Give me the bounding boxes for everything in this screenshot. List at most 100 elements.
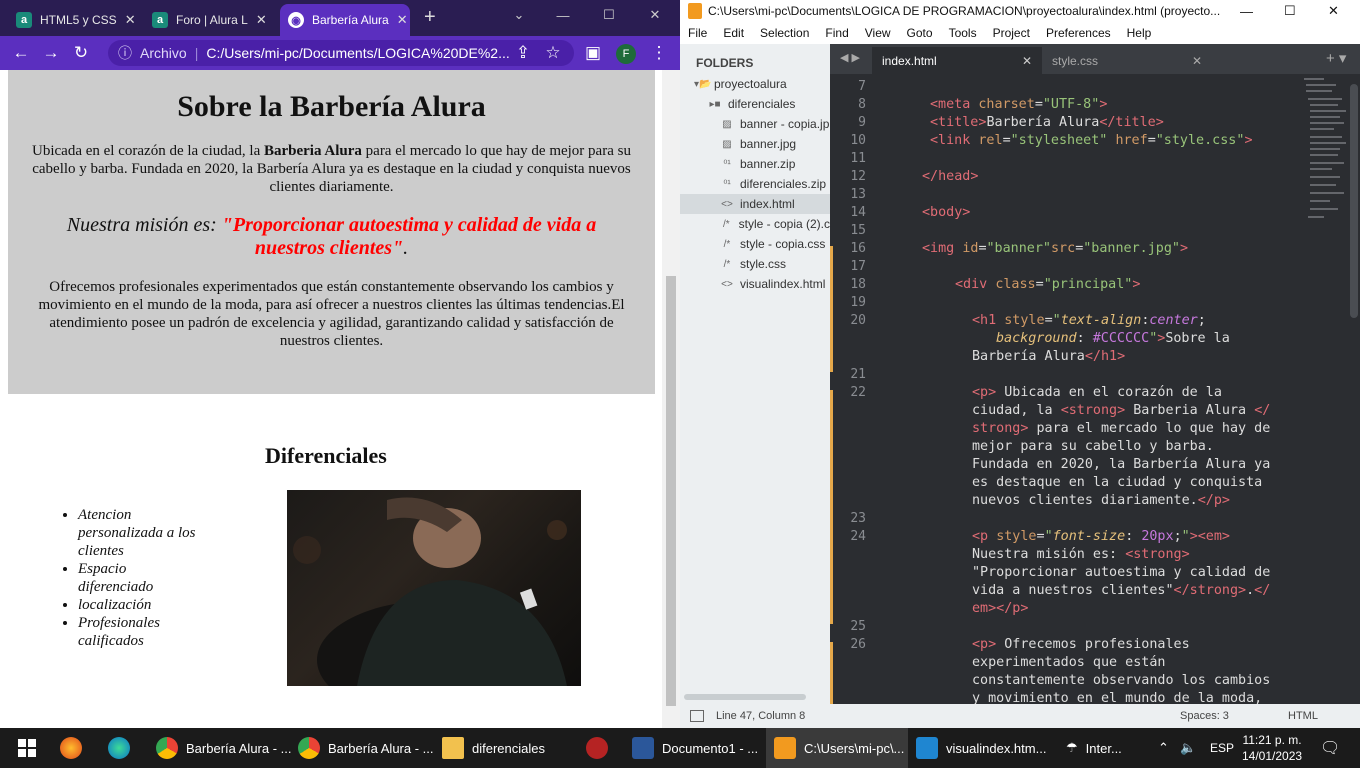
address-bar[interactable]: ⓘ Archivo | C:/Users/mi-pc/Documents/LOG… xyxy=(108,40,574,66)
code-line: constantemente observando los cambios xyxy=(972,673,1271,688)
taskbar-chrome-2[interactable]: Barbería Alura - ... xyxy=(290,728,434,768)
tab-foro[interactable]: a Foro | Alura L ✕ xyxy=(144,4,274,36)
minimize-icon[interactable]: — xyxy=(1240,4,1253,19)
sidebar-item-visualindex[interactable]: <> visualindex.html xyxy=(720,274,830,294)
panel-toggle-icon[interactable] xyxy=(690,710,704,722)
sidebar-scrollbar[interactable] xyxy=(684,694,806,700)
menu-project[interactable]: Project xyxy=(985,26,1038,40)
forward-icon[interactable]: → xyxy=(36,38,66,68)
code-line: strong> para el mercado lo que hay de xyxy=(972,421,1271,436)
taskbar-sublime[interactable]: C:\Users\mi-pc\... xyxy=(766,728,908,768)
taskbar-weather[interactable]: ☂ Inter... xyxy=(1058,728,1130,768)
windows-start-icon[interactable] xyxy=(10,728,44,768)
new-tab-icon[interactable]: + ▾ xyxy=(1326,49,1346,67)
tab-html5[interactable]: a HTML5 y CSS ✕ xyxy=(8,4,140,36)
sidebar-item-style-copia[interactable]: /* style - copia.css xyxy=(720,234,830,254)
clock[interactable]: 11:21 p. m. 14/01/2023 xyxy=(1234,728,1310,768)
firefox-icon[interactable] xyxy=(52,728,90,768)
new-tab-icon[interactable]: + xyxy=(424,6,436,29)
close-icon[interactable]: ✕ xyxy=(125,12,136,28)
menu-file[interactable]: File xyxy=(680,26,715,40)
image-icon: ▨ xyxy=(722,118,732,130)
minimize-icon[interactable]: — xyxy=(540,0,586,30)
info-icon[interactable]: ⓘ xyxy=(118,43,132,63)
editor-scrollbar-thumb[interactable] xyxy=(1350,84,1358,318)
tab-label: HTML5 y CSS xyxy=(40,13,117,27)
avatar[interactable]: F xyxy=(616,44,636,64)
line-number: 22 xyxy=(850,385,866,400)
folders-header: FOLDERS xyxy=(696,56,754,70)
line-number: 14 xyxy=(850,205,866,220)
taskbar-explorer[interactable]: diferenciales xyxy=(434,728,574,768)
menu-icon[interactable]: ⋮ xyxy=(644,38,674,68)
code-line: <title>Barbería Alura</title> xyxy=(930,115,1164,130)
menu-preferences[interactable]: Preferences xyxy=(1038,26,1119,40)
chevron-down-icon[interactable]: ⌄ xyxy=(496,0,542,30)
sidebar-item-diferenciales[interactable]: ▸■ diferenciales xyxy=(708,94,830,114)
sidebar-item-diferenciales-zip[interactable]: ⁰¹ diferenciales.zip xyxy=(720,174,830,194)
sidebar-item-index-html[interactable]: <> index.html xyxy=(680,194,830,214)
close-icon[interactable]: ✕ xyxy=(256,12,267,28)
close-window-icon[interactable]: ✕ xyxy=(1328,3,1339,19)
tab-index-html[interactable]: index.html ✕ xyxy=(872,47,1042,74)
close-icon[interactable]: ✕ xyxy=(397,12,408,28)
page-scrollbar-thumb[interactable] xyxy=(666,276,676,706)
sidebar-item-banner-copia[interactable]: ▨ banner - copia.jp xyxy=(720,114,830,134)
taskbar-word[interactable]: Documento1 - ... xyxy=(624,728,764,768)
code-line: <h1 style="text-align:center; xyxy=(972,313,1206,328)
tab-style-css[interactable]: style.css ✕ xyxy=(1042,47,1212,74)
tab-label: Barbería Alura xyxy=(312,13,389,27)
edge-icon[interactable] xyxy=(100,728,138,768)
minimap[interactable] xyxy=(1300,74,1348,254)
browser-window: a HTML5 y CSS ✕ a Foro | Alura L ✕ ◉ Bar… xyxy=(0,0,680,728)
reload-icon[interactable]: ↻ xyxy=(66,38,96,68)
comment-icon: /* xyxy=(722,218,730,230)
tab-nav-icon[interactable]: ◀ ▶ xyxy=(840,51,860,64)
sidebar-item-banner-zip[interactable]: ⁰¹ banner.zip xyxy=(720,154,830,174)
folder-icon: ▸■ xyxy=(709,98,721,110)
syntax-status[interactable]: HTML xyxy=(1288,710,1318,722)
taskbar-chrome-1[interactable]: Barbería Alura - ... xyxy=(148,728,292,768)
sidebar-item-style-css[interactable]: /* style.css xyxy=(720,254,830,274)
sidebar-item-style-copia-2[interactable]: /* style - copia (2).c xyxy=(720,214,830,234)
menu-help[interactable]: Help xyxy=(1119,26,1160,40)
sidebar-item-banner-jpg[interactable]: ▨ banner.jpg xyxy=(720,134,830,154)
status-bar: Line 47, Column 8 Spaces: 3 HTML xyxy=(680,704,1360,728)
close-icon[interactable]: ✕ xyxy=(1022,54,1032,68)
address-prefix: Archivo xyxy=(140,45,187,61)
umbrella-icon: ☂ xyxy=(1066,740,1078,755)
tab-strip: a HTML5 y CSS ✕ a Foro | Alura L ✕ ◉ Bar… xyxy=(0,0,680,36)
menu-edit[interactable]: Edit xyxy=(715,26,752,40)
taskbar-app-icon[interactable] xyxy=(578,728,616,768)
menu-goto[interactable]: Goto xyxy=(899,26,941,40)
share-icon[interactable]: ⇪ xyxy=(508,38,538,68)
back-icon[interactable]: ← xyxy=(6,38,36,68)
menu-view[interactable]: View xyxy=(857,26,899,40)
menu-find[interactable]: Find xyxy=(817,26,856,40)
taskbar: Barbería Alura - ... Barbería Alura - ..… xyxy=(0,728,1360,768)
code-line: </head> xyxy=(922,169,979,184)
maximize-icon[interactable]: ☐ xyxy=(1284,3,1296,19)
menu-selection[interactable]: Selection xyxy=(752,26,817,40)
taskbar-vscode[interactable]: visualindex.htm... xyxy=(908,728,1054,768)
line-number: 17 xyxy=(850,259,866,274)
code-line: <p> Ofrecemos profesionales xyxy=(972,637,1190,652)
menu-tools[interactable]: Tools xyxy=(941,26,985,40)
line-number: 15 xyxy=(850,223,866,238)
star-icon[interactable]: ☆ xyxy=(538,38,568,68)
sidebar-item-proyectoalura[interactable]: ▾📂 proyectoalura xyxy=(694,74,830,94)
close-window-icon[interactable]: ✕ xyxy=(632,0,678,30)
principal-section: Sobre la Barbería Alura Ubicada en el co… xyxy=(8,70,655,394)
list-item: Espacio diferenciado xyxy=(78,560,198,596)
notifications-icon[interactable]: 🗨 xyxy=(1312,728,1348,768)
maximize-icon[interactable]: ☐ xyxy=(586,0,632,30)
sidebar-icon[interactable]: ▣ xyxy=(578,38,608,68)
tab-barberia[interactable]: ◉ Barbería Alura ✕ xyxy=(280,4,410,36)
code-line: Nuestra misión es: <strong> xyxy=(972,547,1190,562)
code-line: <meta charset="UTF-8"> xyxy=(930,97,1108,112)
indentation-status[interactable]: Spaces: 3 xyxy=(1180,710,1229,722)
speaker-icon[interactable]: 🔈 xyxy=(1172,728,1204,768)
close-icon[interactable]: ✕ xyxy=(1192,54,1202,68)
code-editor[interactable]: 7 8 9 10 11 12 13 14 15 16 17 18 19 20 2… xyxy=(830,74,1350,704)
code-line: es destaque en la ciudad y conquista xyxy=(972,475,1263,490)
